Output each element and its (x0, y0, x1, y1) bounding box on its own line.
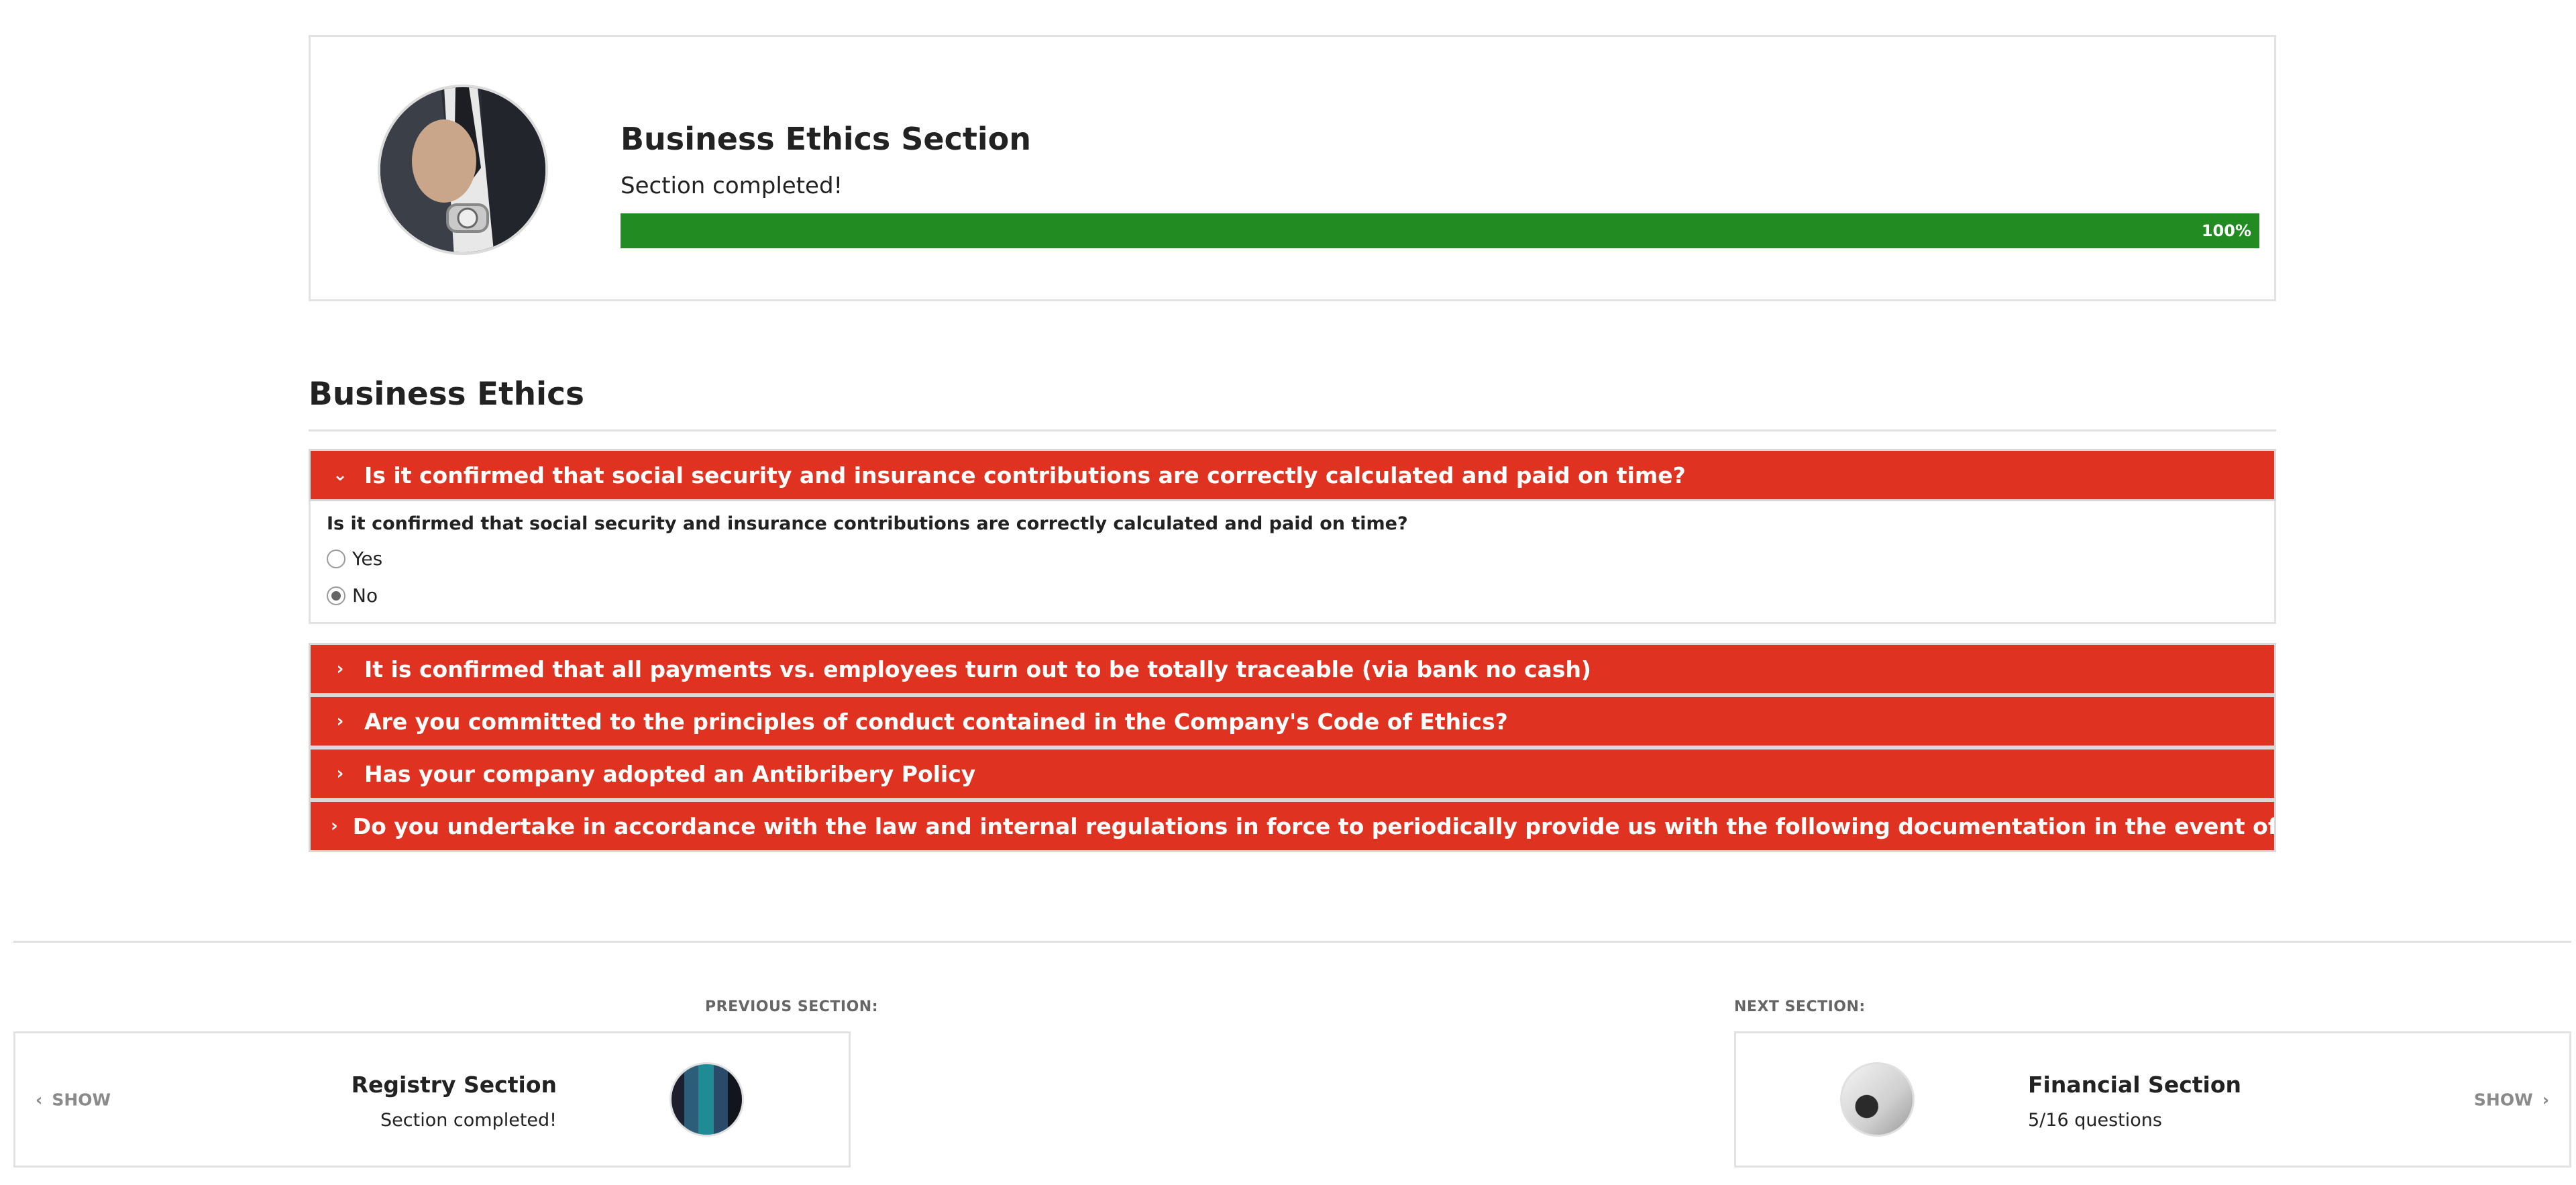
next-section-card[interactable]: Financial Section 5/16 questions SHOW › (1734, 1031, 2571, 1168)
next-section-title: Financial Section (2028, 1072, 2242, 1098)
section-header-card: Business Ethics Section Section complete… (309, 35, 2276, 301)
accordion-item: › It is confirmed that all payments vs. … (309, 643, 2276, 695)
previous-section-card[interactable]: ‹ SHOW Registry Section Section complete… (13, 1031, 851, 1168)
accordion-item: › Has your company adopted an Antibriber… (309, 748, 2276, 800)
previous-section-status: Section completed! (380, 1110, 557, 1131)
accordion-title: Is it confirmed that social security and… (364, 462, 1686, 488)
section-status: Section completed! (621, 172, 843, 199)
accordion-title: Do you undertake in accordance with the … (352, 813, 2276, 839)
previous-section-caption: PREVIOUS SECTION: (705, 998, 878, 1015)
accordion-item: › Do you undertake in accordance with th… (309, 800, 2276, 852)
accordion-header[interactable]: › Do you undertake in accordance with th… (309, 800, 2276, 852)
page-title: Business Ethics (309, 376, 584, 413)
accordion-item: › Are you committed to the principles of… (309, 695, 2276, 748)
chevron-down-icon: ⌄ (333, 465, 347, 485)
chevron-right-icon: › (336, 659, 344, 679)
question-text: Is it confirmed that social security and… (327, 513, 1408, 534)
businessman-avatar-image (378, 85, 548, 255)
progress-label: 100% (2201, 221, 2251, 240)
accordion-title: Are you committed to the principles of c… (364, 708, 1508, 735)
radio-option-yes[interactable]: Yes (327, 548, 2258, 570)
accordion-header[interactable]: › Has your company adopted an Antibriber… (309, 748, 2276, 800)
chevron-right-icon: › (336, 764, 344, 784)
next-show-label: SHOW (2473, 1090, 2533, 1109)
radio-label-no: No (352, 584, 378, 607)
radio-option-no[interactable]: No (327, 584, 2258, 607)
radio-label-yes: Yes (352, 548, 383, 570)
questions-accordion: ⌄ Is it confirmed that social security a… (309, 449, 2276, 852)
chevron-left-icon: ‹ (36, 1090, 43, 1109)
next-section-caption: NEXT SECTION: (1734, 998, 1866, 1015)
previous-show-label: SHOW (52, 1090, 111, 1109)
accordion-item-expanded: ⌄ Is it confirmed that social security a… (309, 449, 2276, 624)
businessman-illustration (380, 87, 545, 252)
chevron-right-icon: › (331, 816, 338, 836)
finance-thumbnail (1840, 1062, 1915, 1137)
accordion-title: Has your company adopted an Antibribery … (364, 760, 976, 787)
accordion-header[interactable]: › It is confirmed that all payments vs. … (309, 643, 2276, 695)
progress-bar: 100% (621, 213, 2259, 248)
next-show-button[interactable]: SHOW › (2474, 1090, 2549, 1109)
accordion-panel: Is it confirmed that social security and… (309, 501, 2276, 624)
accordion-header-expanded[interactable]: ⌄ Is it confirmed that social security a… (309, 449, 2276, 501)
accordion-title: It is confirmed that all payments vs. em… (364, 656, 1592, 682)
radio-button-yes[interactable] (327, 549, 345, 568)
binders-thumbnail (669, 1062, 744, 1137)
section-divider (309, 429, 2276, 431)
accordion-header[interactable]: › Are you committed to the principles of… (309, 695, 2276, 748)
footer-divider (13, 941, 2571, 943)
previous-section-title: Registry Section (351, 1072, 557, 1098)
chevron-right-icon: › (336, 711, 344, 731)
chevron-right-icon: › (2542, 1090, 2549, 1109)
progress-fill: 100% (621, 213, 2259, 248)
previous-show-button[interactable]: ‹ SHOW (36, 1090, 111, 1109)
next-section-status: 5/16 questions (2028, 1110, 2162, 1131)
radio-button-no[interactable] (327, 586, 345, 605)
section-title: Business Ethics Section (621, 121, 1031, 157)
